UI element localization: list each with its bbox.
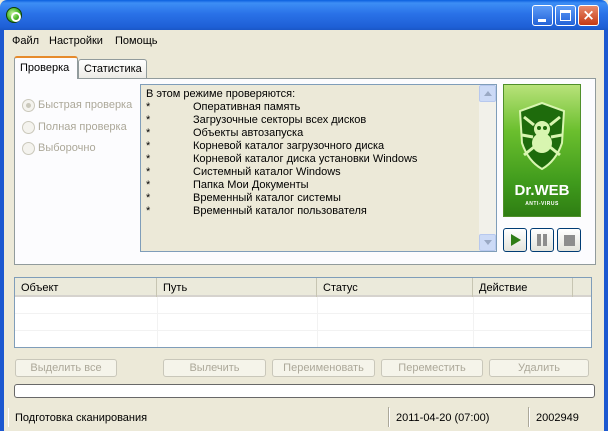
delete-button[interactable]: Удалить bbox=[489, 359, 589, 377]
radio-quick-scan-label: Быстрая проверка bbox=[38, 99, 133, 111]
menu-file[interactable]: Файл bbox=[12, 35, 39, 47]
table-column-divider bbox=[473, 297, 474, 347]
info-scrollbar[interactable] bbox=[479, 85, 496, 251]
radio-custom-scan-label: Выборочно bbox=[38, 142, 96, 154]
table-row-divider bbox=[15, 330, 591, 331]
tab-statistics-label: Статистика bbox=[84, 63, 142, 75]
status-datetime: 2011-04-20 (07:00) bbox=[389, 408, 527, 427]
cure-button[interactable]: Вылечить bbox=[163, 359, 266, 377]
maximize-icon bbox=[560, 10, 571, 21]
pause-scan-button[interactable] bbox=[530, 228, 554, 252]
status-text: Подготовка сканирования bbox=[8, 408, 388, 427]
drweb-app-icon[interactable] bbox=[6, 7, 22, 23]
radio-dot bbox=[22, 142, 35, 155]
scroll-up-button[interactable] bbox=[479, 85, 496, 102]
results-table-header: Объект Путь Статус Действие bbox=[15, 278, 591, 297]
radio-full-scan-label: Полная проверка bbox=[38, 121, 127, 133]
radio-dot bbox=[22, 121, 35, 134]
close-icon: × bbox=[582, 6, 595, 24]
window-frame-right bbox=[604, 30, 608, 431]
status-bar: Подготовка сканирования 2011-04-20 (07:0… bbox=[4, 404, 604, 431]
menu-help[interactable]: Помощь bbox=[115, 35, 158, 47]
rename-button[interactable]: Переименовать bbox=[272, 359, 375, 377]
start-scan-button[interactable] bbox=[503, 228, 527, 252]
title-bar: × bbox=[0, 0, 608, 30]
play-icon bbox=[511, 234, 521, 246]
column-header-path[interactable]: Путь bbox=[157, 278, 317, 297]
tab-scan-label: Проверка bbox=[20, 62, 70, 74]
arrow-up-icon bbox=[484, 91, 492, 96]
results-table[interactable]: Объект Путь Статус Действие bbox=[14, 277, 592, 348]
maximize-button[interactable] bbox=[555, 5, 576, 26]
radio-dot bbox=[22, 99, 35, 112]
stop-scan-button[interactable] bbox=[557, 228, 581, 252]
scan-progress-bar bbox=[14, 384, 595, 398]
logo-brand: Dr.WEB bbox=[514, 182, 570, 199]
table-column-divider bbox=[157, 297, 158, 347]
column-header-action[interactable]: Действие bbox=[473, 278, 573, 297]
menu-settings[interactable]: Настройки bbox=[49, 35, 103, 47]
minimize-button[interactable] bbox=[532, 5, 553, 26]
scan-info-heading: В этом режиме проверяются: bbox=[146, 88, 296, 100]
window-frame-left bbox=[0, 30, 4, 431]
table-row-divider bbox=[15, 313, 591, 314]
select-all-button[interactable]: Выделить все bbox=[15, 359, 117, 377]
scroll-down-button[interactable] bbox=[479, 234, 496, 251]
column-header-object[interactable]: Объект bbox=[15, 278, 157, 297]
minimize-icon bbox=[538, 19, 546, 22]
close-button[interactable]: × bbox=[578, 5, 599, 26]
pause-icon bbox=[537, 234, 547, 246]
tab-scan[interactable]: Проверка bbox=[14, 56, 78, 79]
arrow-down-icon bbox=[484, 240, 492, 245]
logo-tagline: ANTI-VIRUS bbox=[525, 201, 559, 207]
tab-statistics[interactable]: Статистика bbox=[78, 59, 147, 78]
status-count: 2002949 bbox=[529, 408, 599, 427]
drweb-logo: Dr.WEB ANTI-VIRUS bbox=[503, 84, 581, 217]
column-header-status[interactable]: Статус bbox=[317, 278, 473, 297]
stop-icon bbox=[564, 235, 575, 246]
table-column-divider bbox=[317, 297, 318, 347]
menu-bar: Файл Настройки Помощь bbox=[4, 30, 604, 52]
spider-shield-icon bbox=[518, 101, 566, 171]
scan-info-box[interactable]: В этом режиме проверяются: * Оперативная … bbox=[140, 84, 497, 252]
move-button[interactable]: Переместить bbox=[381, 359, 483, 377]
